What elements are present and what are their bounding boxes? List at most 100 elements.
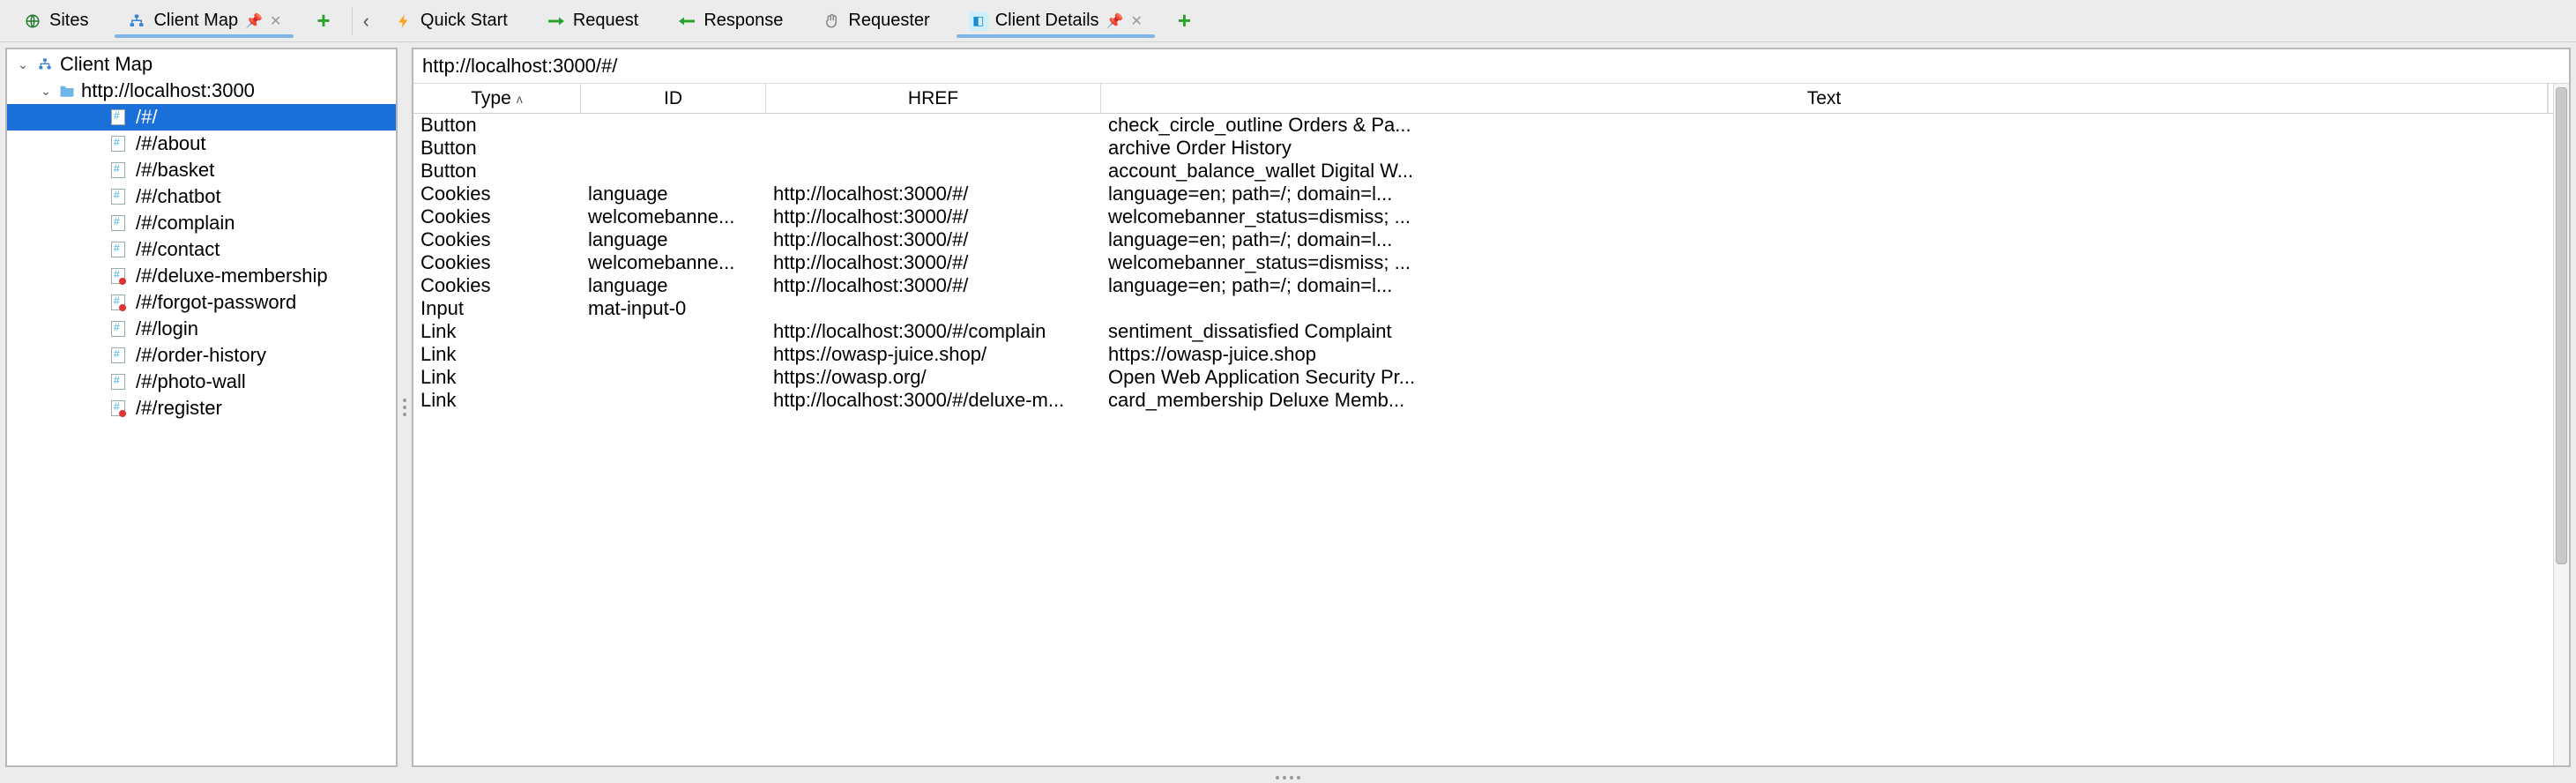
vertical-splitter[interactable] [398, 42, 412, 772]
cell-id: welcomebanne... [581, 205, 766, 228]
tab-request[interactable]: Request [531, 5, 655, 36]
tree[interactable]: ⌄ Client Map ⌄ http://localhost:3000 /#/… [7, 49, 396, 765]
tree-item[interactable]: /#/chatbot [7, 183, 396, 210]
collapse-icon[interactable]: ⌄ [16, 57, 30, 72]
cell-href: http://localhost:3000/#/ [766, 228, 1101, 251]
tree-item[interactable]: /#/deluxe-membership [7, 263, 396, 289]
tab-quick-start-label: Quick Start [421, 11, 508, 31]
tree-item[interactable]: /#/forgot-password [7, 289, 396, 316]
table-row[interactable]: Buttonaccount_balance_wallet Digital W..… [413, 160, 2569, 183]
tab-client-details[interactable]: ◧ Client Details 📌 ✕ [953, 5, 1158, 36]
sitemap-icon [127, 11, 146, 31]
col-href-label: HREF [908, 88, 958, 109]
tab-response-label: Response [704, 11, 783, 31]
table-row[interactable]: Cookieslanguagehttp://localhost:3000/#/l… [413, 183, 2569, 205]
arrow-left-icon [677, 11, 696, 31]
tab-response[interactable]: Response [661, 5, 799, 36]
cell-text: card_membership Deluxe Memb... [1101, 389, 2569, 412]
collapse-icon[interactable]: ⌄ [39, 84, 53, 99]
tree-host[interactable]: ⌄ http://localhost:3000 [7, 78, 396, 104]
globe-icon [23, 11, 42, 31]
separator [352, 7, 353, 35]
horizontal-splitter[interactable] [0, 772, 2576, 783]
cell-id: language [581, 183, 766, 205]
tab-sites[interactable]: Sites [7, 5, 104, 36]
col-type[interactable]: Type ʌ [413, 84, 581, 113]
tree-item[interactable]: /#/register [7, 395, 396, 421]
table-row[interactable]: Link http://localhost:3000/#/complainsent… [413, 320, 2569, 343]
cell-href: https://owasp-juice.shop/ [766, 343, 1101, 366]
close-icon[interactable]: ✕ [270, 12, 281, 30]
tree-item[interactable]: /#/about [7, 130, 396, 157]
table-row[interactable]: Button archive Order History [413, 137, 2569, 160]
tab-requester[interactable]: Requester [806, 5, 945, 36]
table-row[interactable]: Cookieslanguagehttp://localhost:3000/#/l… [413, 228, 2569, 251]
cell-href: http://localhost:3000/#/deluxe-m... [766, 389, 1101, 412]
cell-type: Cookies [413, 251, 581, 274]
tree-item[interactable]: /#/photo-wall [7, 369, 396, 395]
table-row[interactable]: Cookieswelcomebanne...http://localhost:3… [413, 251, 2569, 274]
tree-item[interactable]: /#/complain [7, 210, 396, 236]
tree-root[interactable]: ⌄ Client Map [7, 51, 396, 78]
tree-item[interactable]: /#/contact [7, 236, 396, 263]
details-table: Type ʌ ID HREF Text ▸ Buttoncheck_circle… [413, 84, 2569, 765]
cell-type: Cookies [413, 183, 581, 205]
tree-root-label: Client Map [60, 53, 153, 76]
page-icon [111, 215, 125, 231]
tree-item-label: /#/about [136, 132, 206, 155]
tree-item-label: /#/chatbot [136, 185, 221, 208]
cell-type: Link [413, 389, 581, 412]
col-text[interactable]: Text [1101, 84, 2548, 113]
cell-type: Cookies [413, 205, 581, 228]
cell-href: http://localhost:3000/#/complain [766, 320, 1101, 343]
tree-item-label: /#/basket [136, 159, 214, 182]
tree-item-label: /#/deluxe-membership [136, 265, 328, 287]
cell-text: welcomebanner_status=dismiss; ... [1101, 205, 2569, 228]
tree-item[interactable]: /#/login [7, 316, 396, 342]
pin-icon[interactable]: 📌 [1106, 12, 1124, 30]
sitemap-icon [35, 55, 55, 74]
cell-text: archive Order History [1101, 137, 2569, 160]
scrollbar-thumb[interactable] [2556, 87, 2567, 564]
cell-href: http://localhost:3000/#/ [766, 205, 1101, 228]
tab-sites-label: Sites [49, 11, 88, 31]
pin-icon[interactable]: 📌 [245, 12, 263, 30]
cell-text: sentiment_dissatisfied Complaint [1101, 320, 2569, 343]
table-row[interactable]: Linkhttps://owasp-juice.shop/https://owa… [413, 343, 2569, 366]
close-icon[interactable]: ✕ [1130, 12, 1142, 30]
cell-href: http://localhost:3000/#/ [766, 251, 1101, 274]
cell-id: mat-input-0 [581, 297, 766, 320]
tree-item-label: /#/order-history [136, 344, 266, 367]
table-row[interactable]: Inputmat-input-0 [413, 297, 2569, 320]
table-row[interactable]: Linkhttps://owasp.org/Open Web Applicati… [413, 366, 2569, 389]
table-row[interactable]: Cookieswelcomebanne...http://localhost:3… [413, 205, 2569, 228]
tree-item[interactable]: /#/basket [7, 157, 396, 183]
arrow-right-icon [547, 11, 566, 31]
table-row[interactable]: Cookieslanguagehttp://localhost:3000/#/l… [413, 274, 2569, 297]
cell-type: Link [413, 320, 581, 343]
sort-asc-icon: ʌ [517, 92, 523, 106]
chevron-left-icon[interactable]: ‹ [358, 10, 375, 33]
tree-item-label: /#/contact [136, 238, 220, 261]
tab-client-map[interactable]: Client Map 📌 ✕ [111, 5, 297, 36]
add-right-tab-button[interactable]: + [1162, 7, 1207, 34]
page-icon [111, 347, 125, 363]
table-row[interactable]: Link http://localhost:3000/#/deluxe-m...c… [413, 389, 2569, 412]
tree-item[interactable]: /#/order-history [7, 342, 396, 369]
col-text-label: Text [1807, 88, 1842, 109]
col-id[interactable]: ID [581, 84, 766, 113]
cell-id: welcomebanne... [581, 251, 766, 274]
table-row[interactable]: Buttoncheck_circle_outline Orders & Pa..… [413, 114, 2569, 137]
vertical-scrollbar[interactable] [2553, 84, 2569, 765]
hand-icon [822, 11, 841, 31]
tab-client-map-label: Client Map [153, 11, 238, 31]
table-body[interactable]: Buttoncheck_circle_outline Orders & Pa..… [413, 114, 2569, 765]
tree-item-label: /#/login [136, 317, 198, 340]
tree-item[interactable]: /#/ [7, 104, 396, 130]
tree-item-label: /#/register [136, 397, 222, 420]
cell-text: welcomebanner_status=dismiss; ... [1101, 251, 2569, 274]
cell-type: Button [413, 137, 581, 160]
col-href[interactable]: HREF [766, 84, 1101, 113]
tab-quick-start[interactable]: Quick Start [378, 5, 524, 36]
add-left-tab-button[interactable]: + [301, 7, 346, 34]
